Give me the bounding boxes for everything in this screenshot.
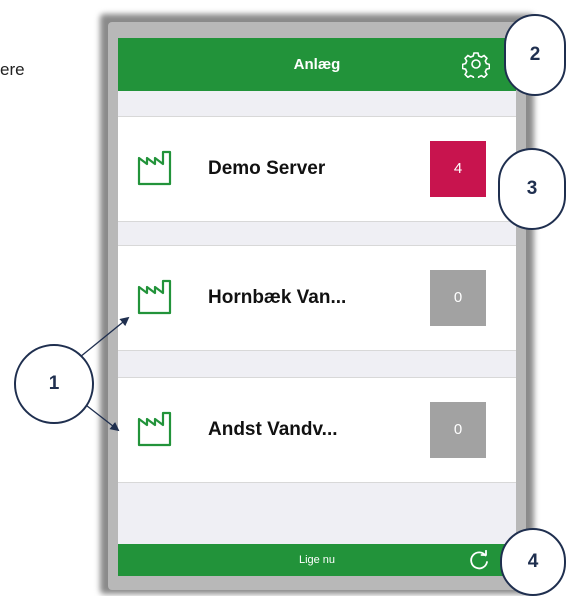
- callout-1: 1: [14, 344, 94, 424]
- callout-4: 4: [500, 528, 566, 596]
- count-badge: 4: [430, 141, 486, 197]
- refresh-icon[interactable]: [468, 550, 490, 572]
- bottom-toolbar: Lige nu: [118, 544, 516, 576]
- factory-icon: [137, 411, 172, 447]
- count-badge: 0: [430, 402, 486, 458]
- list-item-label: Andst Vandv...: [208, 419, 338, 440]
- list-item[interactable]: Andst Vandv... 0: [118, 377, 516, 483]
- factory-icon: [137, 150, 172, 186]
- count-badge: 0: [430, 270, 486, 326]
- list-item-label: Hornbæk Van...: [208, 287, 347, 308]
- callout-2: 2: [504, 14, 566, 96]
- side-text-fragment: ere: [0, 60, 25, 79]
- callout-3: 3: [498, 148, 566, 230]
- list-item-label: Demo Server: [208, 158, 326, 179]
- nav-title: Anlæg: [293, 56, 341, 73]
- factory-icon: [137, 279, 172, 315]
- list-item[interactable]: Demo Server 4: [118, 116, 516, 222]
- app-screen: Anlæg Demo Server 4 Hornbæk Van... 0 And…: [118, 38, 516, 576]
- navigation-bar: Anlæg: [118, 38, 516, 91]
- gear-icon[interactable]: [462, 50, 490, 78]
- list-item[interactable]: Hornbæk Van... 0: [118, 245, 516, 351]
- last-updated-text: Lige nu: [298, 554, 336, 566]
